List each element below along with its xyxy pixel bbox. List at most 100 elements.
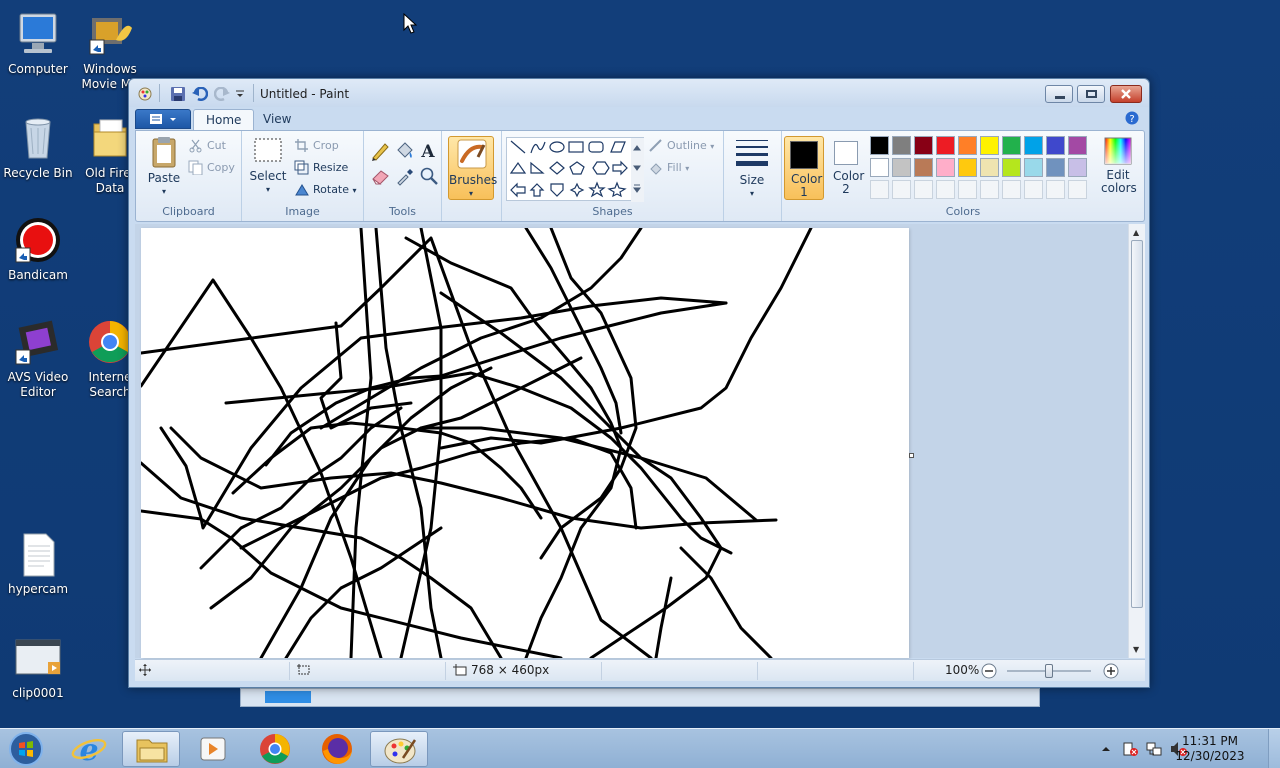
palette-empty-slot[interactable] (892, 180, 911, 199)
taskbar-paint[interactable] (370, 731, 428, 767)
maximize-button[interactable] (1077, 85, 1105, 103)
crop-button[interactable]: Crop (294, 137, 339, 155)
palette-swatch[interactable] (1046, 136, 1065, 155)
select-rectangle-icon (254, 138, 282, 162)
palette-swatch[interactable] (1068, 136, 1087, 155)
cut-button[interactable]: Cut (188, 137, 226, 155)
palette-empty-slot[interactable] (958, 180, 977, 199)
pencil-icon[interactable] (370, 140, 391, 161)
action-center-icon[interactable] (1122, 741, 1140, 757)
palette-swatch[interactable] (980, 136, 999, 155)
desktop-icon-recycle-bin[interactable]: Recycle Bin (0, 114, 76, 181)
vertical-scrollbar[interactable]: ▲ ▼ (1128, 224, 1145, 658)
color2-button[interactable]: Color 2 (828, 136, 864, 200)
palette-empty-slot[interactable] (1068, 180, 1087, 199)
palette-empty-slot[interactable] (1024, 180, 1043, 199)
scroll-thumb[interactable] (1131, 240, 1143, 608)
palette-swatch[interactable] (958, 158, 977, 177)
window-title: Untitled - Paint (260, 87, 350, 101)
zoom-level: 100% (945, 663, 980, 677)
palette-swatch[interactable] (1002, 158, 1021, 177)
paint-app-icon[interactable] (137, 87, 153, 101)
show-hidden-icons-icon[interactable] (1100, 743, 1112, 755)
fill-bucket-icon[interactable] (394, 140, 415, 161)
shapes-gallery[interactable] (506, 137, 644, 202)
save-icon[interactable] (170, 87, 186, 101)
desktop-icon-hypercam[interactable]: hypercam (0, 530, 76, 597)
network-icon[interactable] (1146, 741, 1164, 757)
taskbar-chrome[interactable] (246, 731, 304, 767)
paint-menu-button[interactable] (135, 109, 191, 129)
size-button[interactable]: Size ▾ (730, 137, 774, 201)
desktop-icon-clip[interactable]: clip0001 (0, 634, 76, 701)
rotate-button[interactable]: Rotate ▾ (294, 181, 357, 199)
zoom-in-icon[interactable] (1103, 663, 1119, 679)
close-button[interactable] (1110, 85, 1142, 103)
taskbar-explorer[interactable] (122, 731, 180, 767)
palette-swatch[interactable] (892, 158, 911, 177)
taskbar-ie[interactable]: e (60, 731, 118, 768)
text-icon[interactable]: A (418, 140, 439, 161)
palette-swatch[interactable] (936, 136, 955, 155)
copy-button[interactable]: Copy (188, 159, 235, 177)
palette-empty-slot[interactable] (936, 180, 955, 199)
chrome-icon (86, 318, 134, 366)
brushes-button[interactable]: Brushes ▾ (448, 136, 497, 200)
palette-swatch[interactable] (1024, 136, 1043, 155)
customize-toolbar-icon[interactable] (235, 89, 251, 103)
color1-button[interactable]: Color 1 (784, 136, 824, 200)
palette-empty-slot[interactable] (914, 180, 933, 199)
desktop-icon-avs[interactable]: AVS Video Editor (0, 318, 76, 400)
fill-button[interactable]: Fill ▾ (648, 159, 689, 177)
zoom-out-icon[interactable] (981, 663, 997, 679)
tab-home[interactable]: Home (193, 109, 255, 130)
palette-swatch[interactable] (958, 136, 977, 155)
palette-swatch[interactable] (1024, 158, 1043, 177)
desktop-icon-computer[interactable]: Computer (0, 10, 76, 77)
palette-swatch[interactable] (870, 158, 889, 177)
palette-empty-slot[interactable] (1002, 180, 1021, 199)
start-button[interactable] (2, 731, 50, 767)
paint-window[interactable]: Untitled - Paint Home View ? Paste ▾ Cut… (128, 78, 1150, 688)
clock[interactable]: 11:31 PM 12/30/2023 (1170, 734, 1250, 764)
canvas-resize-handle[interactable] (909, 453, 914, 458)
palette-empty-slot[interactable] (1046, 180, 1065, 199)
help-icon[interactable]: ? (1125, 111, 1139, 125)
palette-swatch[interactable] (980, 158, 999, 177)
title-bar[interactable]: Untitled - Paint (129, 79, 1149, 107)
taskbar-firefox[interactable] (308, 731, 366, 767)
clipboard-group: Paste ▾ Cut Copy Clipboard (136, 131, 242, 221)
select-button[interactable]: Select ▾ (248, 135, 288, 199)
undo-icon[interactable] (192, 87, 208, 101)
palette-swatch[interactable] (1046, 158, 1065, 177)
background-window[interactable] (240, 688, 1040, 707)
resize-icon (294, 160, 309, 175)
eraser-icon[interactable] (370, 165, 391, 186)
resize-button[interactable]: Resize (294, 159, 348, 177)
desktop-icon-label: clip0001 (12, 686, 64, 700)
outline-button[interactable]: Outline ▾ (648, 137, 714, 155)
minimize-button[interactable] (1045, 85, 1073, 103)
palette-empty-slot[interactable] (870, 180, 889, 199)
palette-swatch[interactable] (892, 136, 911, 155)
desktop-icon-bandicam[interactable]: Bandicam (0, 216, 76, 283)
show-desktop-button[interactable] (1268, 729, 1280, 768)
tab-view[interactable]: View (251, 109, 303, 130)
palette-swatch[interactable] (1068, 158, 1087, 177)
palette-swatch[interactable] (914, 158, 933, 177)
drawing-canvas[interactable] (141, 228, 909, 658)
taskbar-media-player[interactable] (184, 731, 242, 767)
edit-colors-button[interactable]: Edit colors (1098, 136, 1138, 200)
paste-button[interactable]: Paste ▾ (144, 135, 184, 199)
palette-swatch[interactable] (936, 158, 955, 177)
magnifier-icon[interactable] (418, 165, 439, 186)
palette-swatch[interactable] (914, 136, 933, 155)
color-picker-icon[interactable] (394, 165, 415, 186)
scroll-up-icon[interactable]: ▲ (1133, 228, 1139, 237)
palette-swatch[interactable] (870, 136, 889, 155)
palette-empty-slot[interactable] (980, 180, 999, 199)
redo-icon[interactable] (214, 87, 230, 101)
palette-swatch[interactable] (1002, 136, 1021, 155)
scroll-down-icon[interactable]: ▼ (1133, 645, 1139, 654)
zoom-slider-thumb[interactable] (1045, 664, 1053, 678)
